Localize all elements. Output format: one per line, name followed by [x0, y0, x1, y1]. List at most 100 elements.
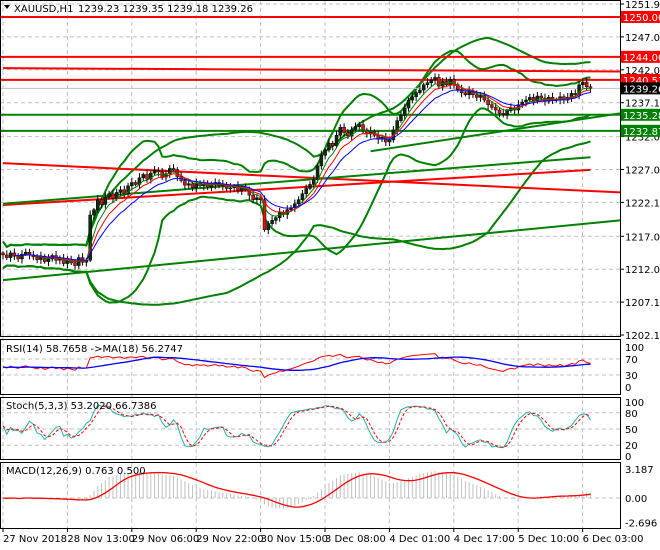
time-tick-label: 30 Nov 15:00 — [261, 534, 328, 545]
candle — [190, 183, 195, 189]
candle — [342, 127, 346, 133]
price-level-tag-text: 1235.28 — [623, 111, 660, 122]
stoch-label: Stoch(5,3,3) 53.2020 66.7386 — [6, 401, 157, 412]
candle — [304, 188, 308, 195]
candle — [92, 209, 96, 216]
time-tick-label: 6 Dec 03:00 — [583, 534, 644, 545]
candle — [425, 82, 430, 86]
price-tick-label: 1217.00 — [625, 232, 660, 243]
price-tick-label: 1222.10 — [625, 198, 660, 209]
candle — [528, 97, 532, 101]
time-tick-label: 28 Nov 13:00 — [67, 534, 134, 545]
candle — [497, 109, 502, 114]
ohlc-label: 1239.23 1239.35 1239.18 1239.26 — [78, 4, 253, 15]
candle — [141, 174, 145, 179]
candle — [327, 142, 331, 151]
candle — [114, 192, 119, 199]
rsi-tick-label: 30 — [625, 371, 638, 382]
candle — [156, 170, 161, 173]
candle — [5, 254, 9, 258]
trendline — [2, 156, 591, 205]
candle — [421, 84, 426, 91]
price-tick-label: 1247.00 — [625, 33, 660, 44]
price-level-tag-text: 1232.87 — [623, 127, 660, 138]
time-tick-label: 4 Dec 17:00 — [454, 534, 515, 545]
candle — [581, 81, 585, 86]
candle — [406, 99, 411, 109]
candle — [23, 252, 28, 255]
time-tick-label: 5 Dec 10:00 — [518, 534, 579, 545]
candle — [501, 113, 506, 115]
candle — [493, 107, 498, 111]
rsi-line — [2, 353, 591, 379]
axes: 1251.951247.001242.051237.101232.001227.… — [0, 0, 660, 545]
stoch-tick-label: 20 — [625, 441, 638, 452]
candle — [429, 79, 434, 84]
overlays — [0, 15, 621, 306]
candle — [433, 77, 437, 81]
candle — [308, 184, 312, 189]
candle — [183, 180, 187, 186]
candle — [312, 179, 316, 185]
time-tick-label: 27 Nov 2018 — [3, 534, 67, 545]
price-tick-label: 1212.05 — [625, 265, 660, 276]
time-tick-label: 3 Dec 08:00 — [325, 534, 386, 545]
candle — [338, 127, 343, 136]
price-tick-label: 1251.95 — [625, 0, 660, 11]
rsi-tick-label: 0 — [625, 383, 631, 394]
price-level-tag-text: 1250.00 — [623, 13, 660, 24]
candle — [531, 97, 536, 101]
candle — [478, 95, 483, 98]
candle — [122, 189, 127, 195]
candle — [130, 182, 134, 187]
macd-tick-label: -2.696 — [625, 519, 657, 530]
macd-signal-line — [2, 471, 591, 508]
stoch-tick-label: 50 — [625, 425, 638, 436]
candle — [228, 187, 233, 190]
candle — [1, 252, 5, 256]
candle — [475, 94, 479, 98]
candle — [46, 258, 51, 262]
candle — [107, 193, 111, 198]
candle — [111, 193, 115, 199]
candle — [270, 220, 274, 224]
current-price-tag-text: 1239.26 — [623, 84, 660, 95]
candle — [118, 189, 123, 193]
candle — [463, 92, 468, 95]
macd-tick-label: 3.187 — [625, 465, 654, 476]
collapse-triangle-icon[interactable] — [4, 5, 10, 9]
candle — [35, 256, 39, 260]
candle — [255, 197, 259, 200]
candle — [296, 199, 301, 204]
stoch-tick-label: 0 — [625, 452, 631, 463]
macd-label: MACD(12,26,9) 0.763 0.500 — [6, 466, 146, 477]
candle — [524, 99, 528, 103]
rsi-tick-label: 100 — [625, 343, 644, 354]
time-tick-label: 29 Nov 22:00 — [196, 534, 263, 545]
price-tick-label: 1237.10 — [625, 99, 660, 110]
macd-tick-label: 0.00 — [625, 494, 647, 505]
candle — [186, 183, 191, 186]
indicator-panels — [2, 353, 591, 509]
candle — [99, 199, 104, 205]
candle — [539, 95, 543, 99]
bollinger-lower — [2, 107, 591, 304]
price-tick-label: 1202.15 — [625, 331, 660, 342]
candle — [584, 81, 589, 87]
candle — [194, 182, 199, 189]
candle — [353, 126, 358, 131]
candle — [152, 170, 157, 174]
symbol-label: XAUUSD,H1 — [14, 4, 73, 15]
candle — [490, 104, 494, 108]
trading-chart[interactable]: 1251.951247.001242.051237.101232.001227.… — [0, 0, 660, 550]
candle — [361, 124, 365, 131]
candle — [103, 196, 108, 205]
candle — [387, 139, 392, 143]
candle — [346, 132, 350, 137]
candle — [8, 252, 13, 258]
stoch-tick-label: 80 — [625, 409, 638, 420]
candle — [300, 193, 305, 200]
candle — [73, 262, 77, 266]
candle — [171, 168, 176, 171]
stoch-signal-line — [2, 405, 591, 448]
